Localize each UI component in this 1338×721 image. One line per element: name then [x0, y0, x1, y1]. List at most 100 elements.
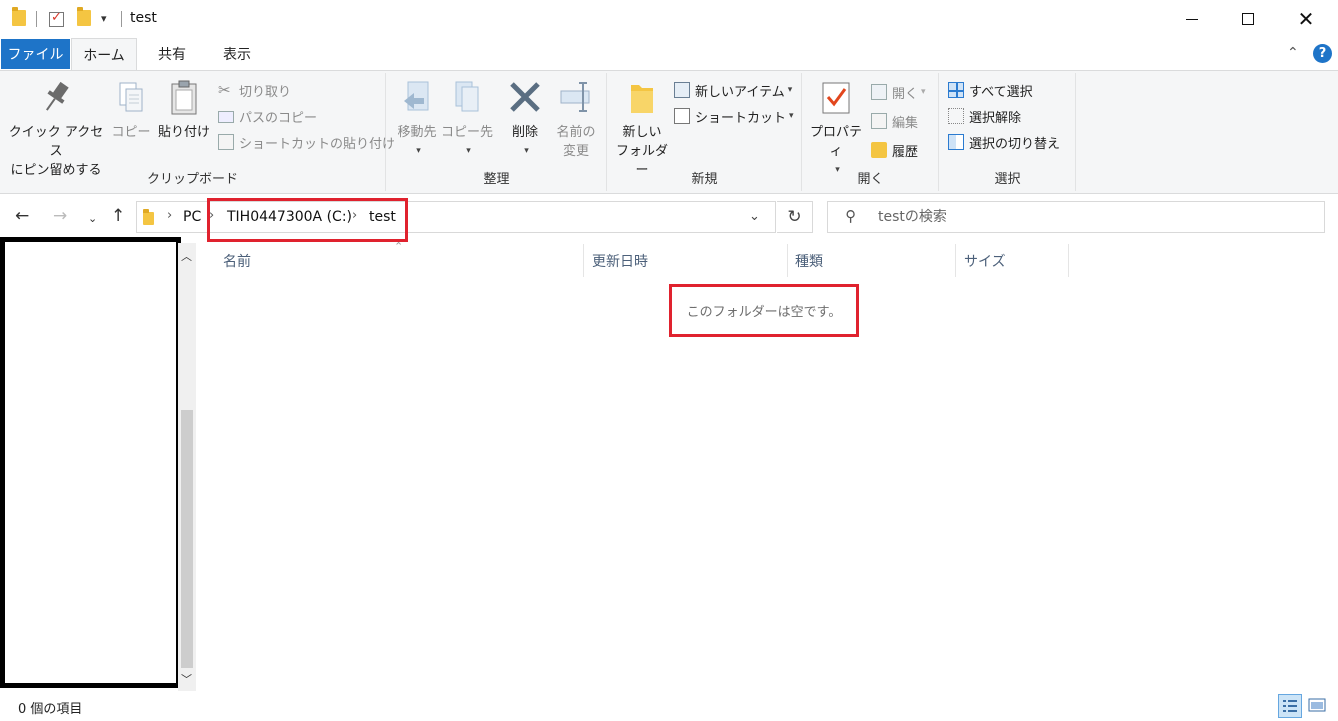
search-icon: ⚲: [845, 207, 856, 225]
new-folder-button[interactable]: 新しい フォルダー: [612, 79, 672, 180]
file-list[interactable]: 名前 ⌃ 更新日時 種類 サイズ このフォルダーは空です。: [198, 240, 1338, 689]
separator: [121, 11, 122, 27]
refresh-icon: ↻: [787, 207, 802, 227]
large-icons-view-button[interactable]: [1306, 694, 1330, 718]
navigation-pane[interactable]: [0, 237, 181, 688]
tab-home[interactable]: ホーム: [71, 38, 137, 71]
paste-shortcut-icon: [218, 134, 234, 150]
group-label-organize: 整理: [483, 172, 510, 187]
shortcut-icon: [674, 108, 690, 124]
new-item-button[interactable]: 新しいアイテム ▾: [674, 79, 792, 101]
delete-button[interactable]: 削除 ▾: [501, 79, 549, 161]
column-header-label: サイズ: [964, 253, 1006, 270]
new-item-icon: [674, 82, 690, 98]
close-icon: ✕: [1297, 7, 1315, 31]
move-to-button[interactable]: 移動先 ▾: [391, 79, 443, 161]
properties-button[interactable]: プロパティ ▾: [807, 79, 865, 180]
sort-ascending-icon: ⌃: [394, 240, 404, 253]
cut-label: 切り取り: [239, 84, 292, 100]
new-folder-icon: [625, 79, 659, 117]
paste-label: 貼り付け: [157, 125, 210, 140]
select-all-button[interactable]: すべて選択: [948, 79, 1033, 101]
help-icon[interactable]: ?: [1313, 44, 1332, 63]
forward-button[interactable]: →: [53, 206, 67, 226]
rename-button[interactable]: 名前の 変更: [551, 79, 601, 161]
delete-label: 削除: [511, 125, 538, 140]
ribbon-collapse-icon[interactable]: ⌃: [1287, 45, 1299, 61]
edit-label: 編集: [892, 115, 919, 131]
column-header-label: 種類: [795, 253, 823, 270]
details-view-icon: [1283, 700, 1297, 712]
large-icons-view-icon: [1308, 698, 1326, 712]
paste-shortcut-button[interactable]: ショートカットの貼り付け: [218, 131, 395, 153]
history-button[interactable]: 履歴: [871, 139, 918, 161]
tab-file[interactable]: ファイル: [1, 39, 70, 69]
item-count: 0 個の項目: [18, 702, 83, 717]
select-none-button[interactable]: 選択解除: [948, 105, 1021, 127]
move-to-icon: [400, 79, 434, 117]
tab-view[interactable]: 表示: [207, 38, 267, 70]
search-input[interactable]: [876, 207, 1306, 227]
search-box[interactable]: ⚲: [827, 201, 1325, 233]
edit-icon: [871, 113, 887, 129]
invert-selection-button[interactable]: 選択の切り替え: [948, 131, 1060, 153]
properties-check-icon[interactable]: [49, 10, 64, 27]
chevron-right-icon: ›: [167, 208, 173, 223]
recent-locations-button[interactable]: ⌄: [88, 212, 97, 225]
chevron-down-icon[interactable]: ﹀: [181, 671, 192, 687]
pin-quick-access-button[interactable]: クイック アクセス にピン留めする: [8, 79, 104, 180]
copy-button[interactable]: コピー: [110, 79, 152, 142]
refresh-button[interactable]: ↻: [777, 201, 813, 233]
group-label-new: 新規: [691, 172, 718, 187]
select-all-icon: [948, 82, 964, 98]
rename-label-line1: 名前の: [556, 125, 596, 140]
column-header-type[interactable]: 種類: [788, 244, 956, 277]
scrollbar-thumb[interactable]: [181, 410, 193, 668]
nav-pane-scrollbar[interactable]: ︿ ﹀: [178, 243, 196, 691]
tab-share[interactable]: 共有: [142, 38, 202, 70]
minimize-button[interactable]: [1164, 0, 1220, 38]
shortcut-button[interactable]: ショートカット ▾: [674, 105, 794, 127]
open-button[interactable]: 開く ▾: [871, 81, 926, 103]
group-select: すべて選択 選択解除 選択の切り替え 選択: [940, 73, 1076, 191]
status-bar: 0 個の項目: [0, 692, 1338, 721]
group-new: 新しい フォルダー 新しいアイテム ▾ ショートカット ▾ 新規: [608, 73, 802, 191]
group-organize: 移動先 ▾ コピー先 ▾ 削除 ▾ 名前の 変更 整理: [387, 73, 607, 191]
separator: [36, 11, 37, 27]
copy-to-icon: [450, 79, 484, 117]
title-bar: ▾ test ✕: [0, 0, 1338, 38]
minimize-icon: [1186, 18, 1198, 20]
ribbon: クイック アクセス にピン留めする コピー 貼り付け ✂ 切り取り パスのコピー…: [0, 70, 1338, 194]
address-dropdown-icon[interactable]: ⌄: [749, 209, 760, 224]
open-label: 開く: [892, 86, 919, 102]
back-button[interactable]: ←: [15, 206, 29, 226]
chevron-up-icon[interactable]: ︿: [181, 248, 192, 264]
column-header-name[interactable]: 名前: [198, 244, 584, 277]
maximize-icon: [1242, 13, 1254, 25]
close-button[interactable]: ✕: [1278, 0, 1334, 38]
copy-path-label: パスのコピー: [239, 110, 318, 126]
chevron-down-icon: ▾: [524, 146, 529, 156]
ribbon-tabs: ファイル ホーム 共有 表示 ⌃ ?: [0, 38, 1338, 71]
copy-path-button[interactable]: パスのコピー: [218, 105, 317, 127]
column-header-modified[interactable]: 更新日時: [584, 244, 788, 277]
maximize-button[interactable]: [1220, 0, 1276, 38]
edit-button[interactable]: 編集: [871, 110, 918, 132]
customize-quick-access-icon[interactable]: ▾: [101, 12, 107, 25]
copy-to-button[interactable]: コピー先 ▾: [441, 79, 493, 161]
column-header-size[interactable]: サイズ: [956, 244, 1069, 277]
properties-label: プロパティ: [809, 125, 862, 159]
group-label-select: 選択: [994, 172, 1021, 187]
select-none-icon: [948, 108, 964, 124]
up-button[interactable]: ↑: [111, 206, 125, 226]
delete-x-icon: [508, 79, 542, 117]
paste-button[interactable]: 貼り付け: [156, 79, 212, 142]
details-view-button[interactable]: [1278, 694, 1302, 718]
breadcrumb-pc[interactable]: PC: [183, 209, 201, 225]
cut-button[interactable]: ✂ 切り取り: [218, 79, 291, 101]
chevron-down-icon: ▾: [787, 85, 793, 95]
copy-label: コピー: [111, 125, 151, 140]
scissors-icon: ✂: [218, 81, 231, 99]
copy-to-label: コピー先: [441, 125, 494, 140]
new-folder-quick-icon[interactable]: [77, 7, 91, 26]
